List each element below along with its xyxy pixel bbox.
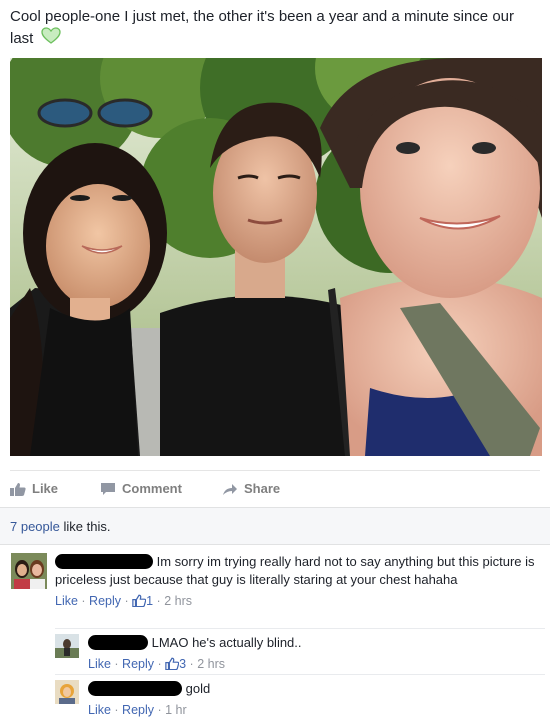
reply-2-text: gold: [185, 681, 211, 696]
share-label: Share: [244, 481, 281, 496]
comment-1: Im sorry im trying really hard not to sa…: [55, 553, 535, 612]
comment-time[interactable]: 1 hr: [165, 703, 187, 717]
reaction-count[interactable]: 3: [179, 657, 186, 671]
reply-2: gold Like · Reply · 1 hr: [88, 680, 538, 719]
reply-1: LMAO he's actually blind.. Like · Reply …: [88, 634, 538, 675]
green-heart-icon: [40, 27, 61, 51]
redacted-name: [55, 554, 153, 569]
comment-reply-link[interactable]: Reply: [89, 594, 121, 608]
post-photo[interactable]: [10, 58, 542, 456]
selfie-photo-image: [10, 58, 542, 456]
reply-avatar[interactable]: [55, 680, 79, 704]
comment-icon: [101, 482, 115, 495]
comment-reply-link[interactable]: Reply: [122, 703, 154, 717]
thumbs-up-icon: [10, 482, 26, 496]
share-arrow-icon: [223, 483, 237, 495]
comment-time[interactable]: 2 hrs: [164, 594, 192, 608]
reaction-count[interactable]: 1: [146, 594, 153, 608]
reply-1-meta: Like · Reply · 3 · 2 hrs: [88, 655, 538, 675]
comment-like-link[interactable]: Like: [88, 657, 111, 671]
reply-2-body: gold: [88, 680, 538, 698]
like-button[interactable]: Like: [10, 481, 58, 496]
like-label: Like: [32, 481, 59, 496]
commenter-avatar[interactable]: [11, 553, 47, 589]
comment-like-link[interactable]: Like: [55, 594, 78, 608]
comment-button[interactable]: Comment: [100, 481, 182, 496]
post-text: Cool people-one I just met, the other it…: [10, 6, 540, 51]
avatar-image: [11, 553, 47, 589]
avatar-image: [55, 680, 79, 704]
share-button[interactable]: Share: [222, 481, 280, 496]
likes-summary: 7 people like this.: [10, 519, 110, 534]
likes-summary-bar: 7 people like this.: [0, 507, 550, 545]
likes-count-link[interactable]: 7 people: [10, 519, 60, 534]
replies-divider: [55, 674, 545, 675]
reaction-thumbs-up-icon[interactable]: [165, 657, 180, 675]
comment-like-link[interactable]: Like: [88, 703, 111, 717]
comment-label: Comment: [122, 481, 182, 496]
reply-avatar[interactable]: [55, 634, 79, 658]
comment-1-body: Im sorry im trying really hard not to sa…: [55, 553, 535, 589]
reply-1-text: LMAO he's actually blind..: [151, 635, 302, 650]
reply-2-meta: Like · Reply · 1 hr: [88, 703, 187, 717]
avatar-image: [55, 634, 79, 658]
comment-1-meta: Like · Reply · 1 · 2 hrs: [55, 592, 535, 612]
post-action-bar: Like Comment Share: [10, 470, 540, 507]
comment-reply-link[interactable]: Reply: [122, 657, 154, 671]
reply-1-body: LMAO he's actually blind..: [88, 634, 538, 652]
reaction-thumbs-up-icon[interactable]: [132, 594, 147, 612]
comment-time[interactable]: 2 hrs: [197, 657, 225, 671]
redacted-name: [88, 635, 148, 650]
post-body: Cool people-one I just met, the other it…: [10, 8, 514, 47]
replies-divider: [55, 628, 545, 629]
redacted-name: [88, 681, 182, 696]
likes-suffix: like this.: [63, 519, 111, 534]
